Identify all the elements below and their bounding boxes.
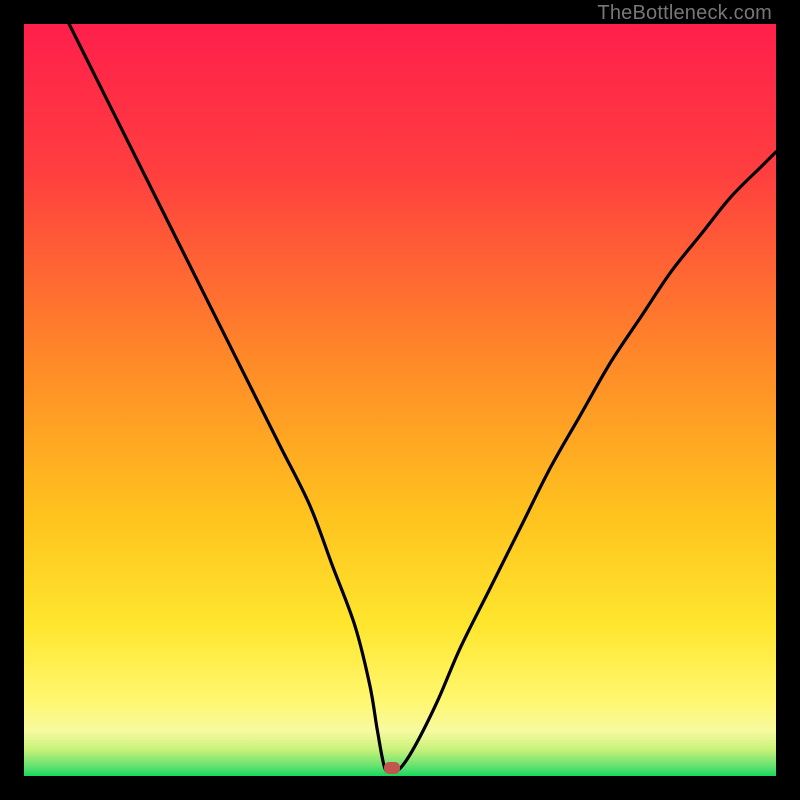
outer-frame: TheBottleneck.com xyxy=(0,0,800,800)
optimal-point-marker xyxy=(384,762,400,774)
plot-area xyxy=(24,24,776,776)
bottleneck-curve xyxy=(69,24,776,771)
watermark-text: TheBottleneck.com xyxy=(597,2,772,25)
curve-layer xyxy=(24,24,776,776)
